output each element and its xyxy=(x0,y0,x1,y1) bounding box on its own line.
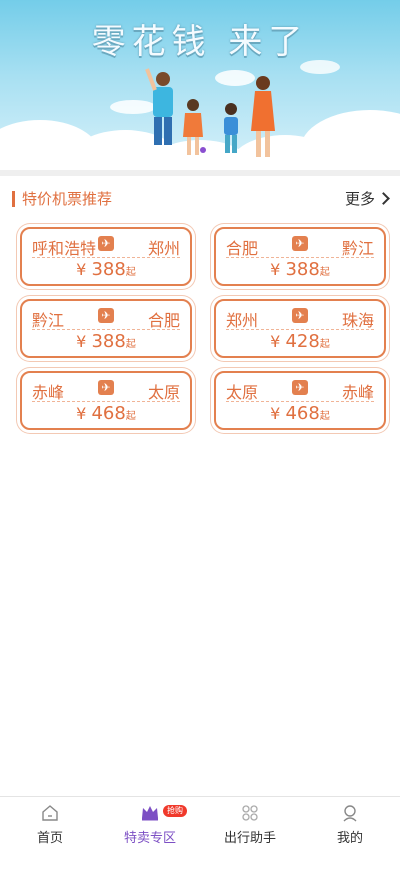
ticket-destination: 赤峰 xyxy=(341,383,374,402)
ticket-origin: 呼和浩特 xyxy=(32,239,97,258)
nav-item-assistant[interactable]: 出行助手 xyxy=(200,797,300,873)
dashed-divider xyxy=(226,257,374,258)
ticket-destination: 合肥 xyxy=(147,311,180,330)
dashed-divider xyxy=(226,329,374,330)
nav-label-home: 首页 xyxy=(36,831,63,846)
ticket-origin: 郑州 xyxy=(226,311,259,330)
more-link[interactable]: 更多 xyxy=(344,188,390,210)
home-icon xyxy=(42,805,58,821)
nav-label-assistant: 出行助手 xyxy=(223,831,276,846)
hot-badge: 抢购 xyxy=(163,805,187,817)
family-illustration xyxy=(145,68,275,157)
section-header: 特价机票推荐 更多 xyxy=(12,188,390,210)
nav-item-home[interactable]: 首页 xyxy=(0,797,100,873)
plane-icon: ✈ xyxy=(98,236,114,251)
ticket-card[interactable]: 太原 ✈ 赤峰 ¥ 468起 xyxy=(214,371,386,430)
plane-icon: ✈ xyxy=(98,308,114,323)
section-divider xyxy=(0,170,400,176)
bottom-nav: 首页 抢购 特卖专区 出行助手 我的 xyxy=(0,796,400,873)
ticket-origin: 赤峰 xyxy=(32,383,65,402)
ticket-card[interactable]: 合肥 ✈ 黔江 ¥ 388起 xyxy=(214,227,386,286)
plane-icon: ✈ xyxy=(292,236,308,251)
ticket-origin: 黔江 xyxy=(32,311,65,330)
dashed-divider xyxy=(226,401,374,402)
ticket-origin: 合肥 xyxy=(226,239,259,258)
nav-label-sale: 特卖专区 xyxy=(123,831,176,846)
banner-title: 零花钱 来了 xyxy=(91,22,309,62)
profile-icon xyxy=(343,805,357,822)
ticket-card[interactable]: 郑州 ✈ 珠海 ¥ 428起 xyxy=(214,299,386,358)
ticket-price: ¥ 388起 xyxy=(76,331,136,352)
ticket-price: ¥ 428起 xyxy=(270,331,330,352)
plane-icon: ✈ xyxy=(292,380,308,395)
ticket-price: ¥ 388起 xyxy=(76,259,136,280)
ticket-origin: 太原 xyxy=(226,383,259,402)
more-label: 更多 xyxy=(344,190,375,208)
ticket-destination: 珠海 xyxy=(341,311,374,330)
ticket-card[interactable]: 呼和浩特 ✈ 郑州 ¥ 388起 xyxy=(20,227,192,286)
ticket-card[interactable]: 赤峰 ✈ 太原 ¥ 468起 xyxy=(20,371,192,430)
banner-image[interactable]: 零花钱 来了 xyxy=(0,0,400,170)
grid-icon xyxy=(242,805,258,821)
nav-item-profile[interactable]: 我的 xyxy=(300,797,400,873)
section-accent-bar xyxy=(12,191,15,207)
section-title: 特价机票推荐 xyxy=(22,190,113,208)
ticket-destination: 黔江 xyxy=(341,239,374,258)
ticket-price: ¥ 468起 xyxy=(76,403,136,424)
dashed-divider xyxy=(32,257,180,258)
ticket-price: ¥ 388起 xyxy=(270,259,330,280)
nav-label-profile: 我的 xyxy=(336,831,363,846)
ticket-destination: 太原 xyxy=(147,383,180,402)
ticket-destination: 郑州 xyxy=(147,239,180,258)
dashed-divider xyxy=(32,401,180,402)
ticket-price: ¥ 468起 xyxy=(270,403,330,424)
nav-item-sale[interactable]: 抢购 特卖专区 xyxy=(100,797,200,873)
chevron-right-icon xyxy=(377,192,390,205)
dashed-divider xyxy=(32,329,180,330)
plane-icon: ✈ xyxy=(98,380,114,395)
plane-icon: ✈ xyxy=(292,308,308,323)
crown-icon xyxy=(142,806,158,821)
ticket-card[interactable]: 黔江 ✈ 合肥 ¥ 388起 xyxy=(20,299,192,358)
